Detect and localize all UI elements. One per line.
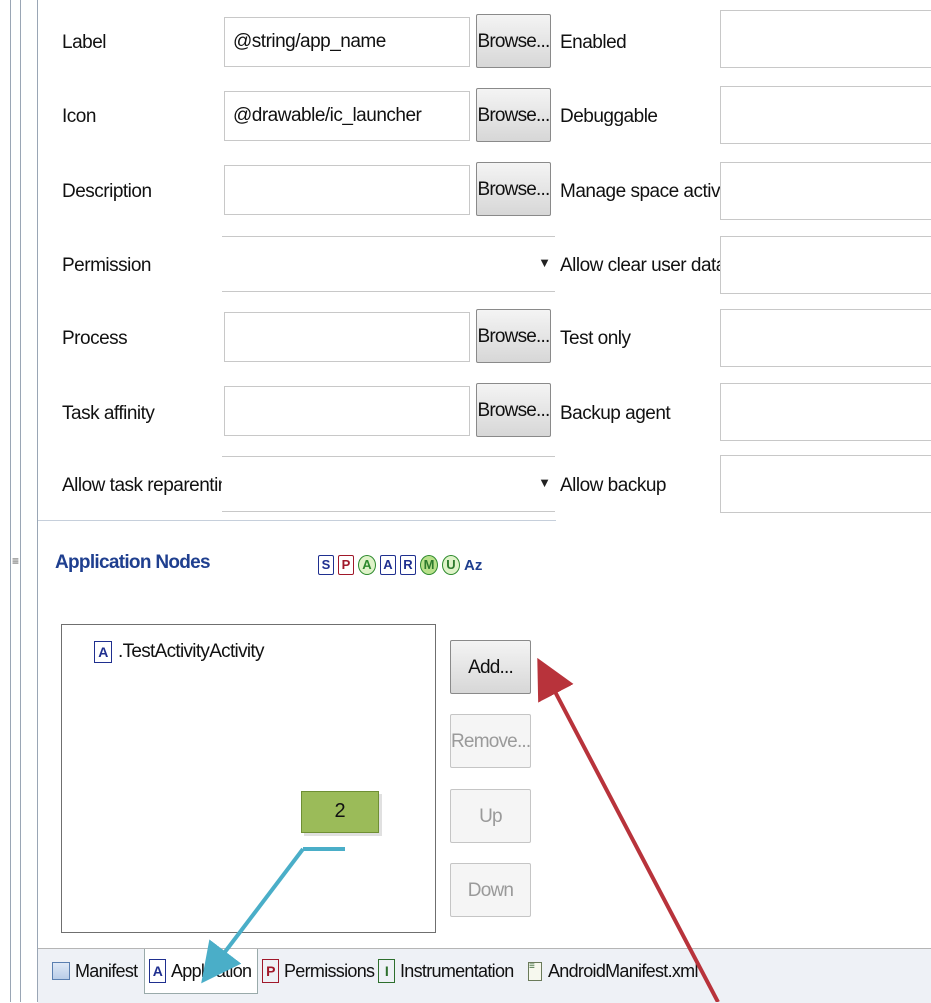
red-arrow [537,657,720,1002]
blue-arrow [201,847,305,984]
annotation-arrows [201,657,720,1002]
